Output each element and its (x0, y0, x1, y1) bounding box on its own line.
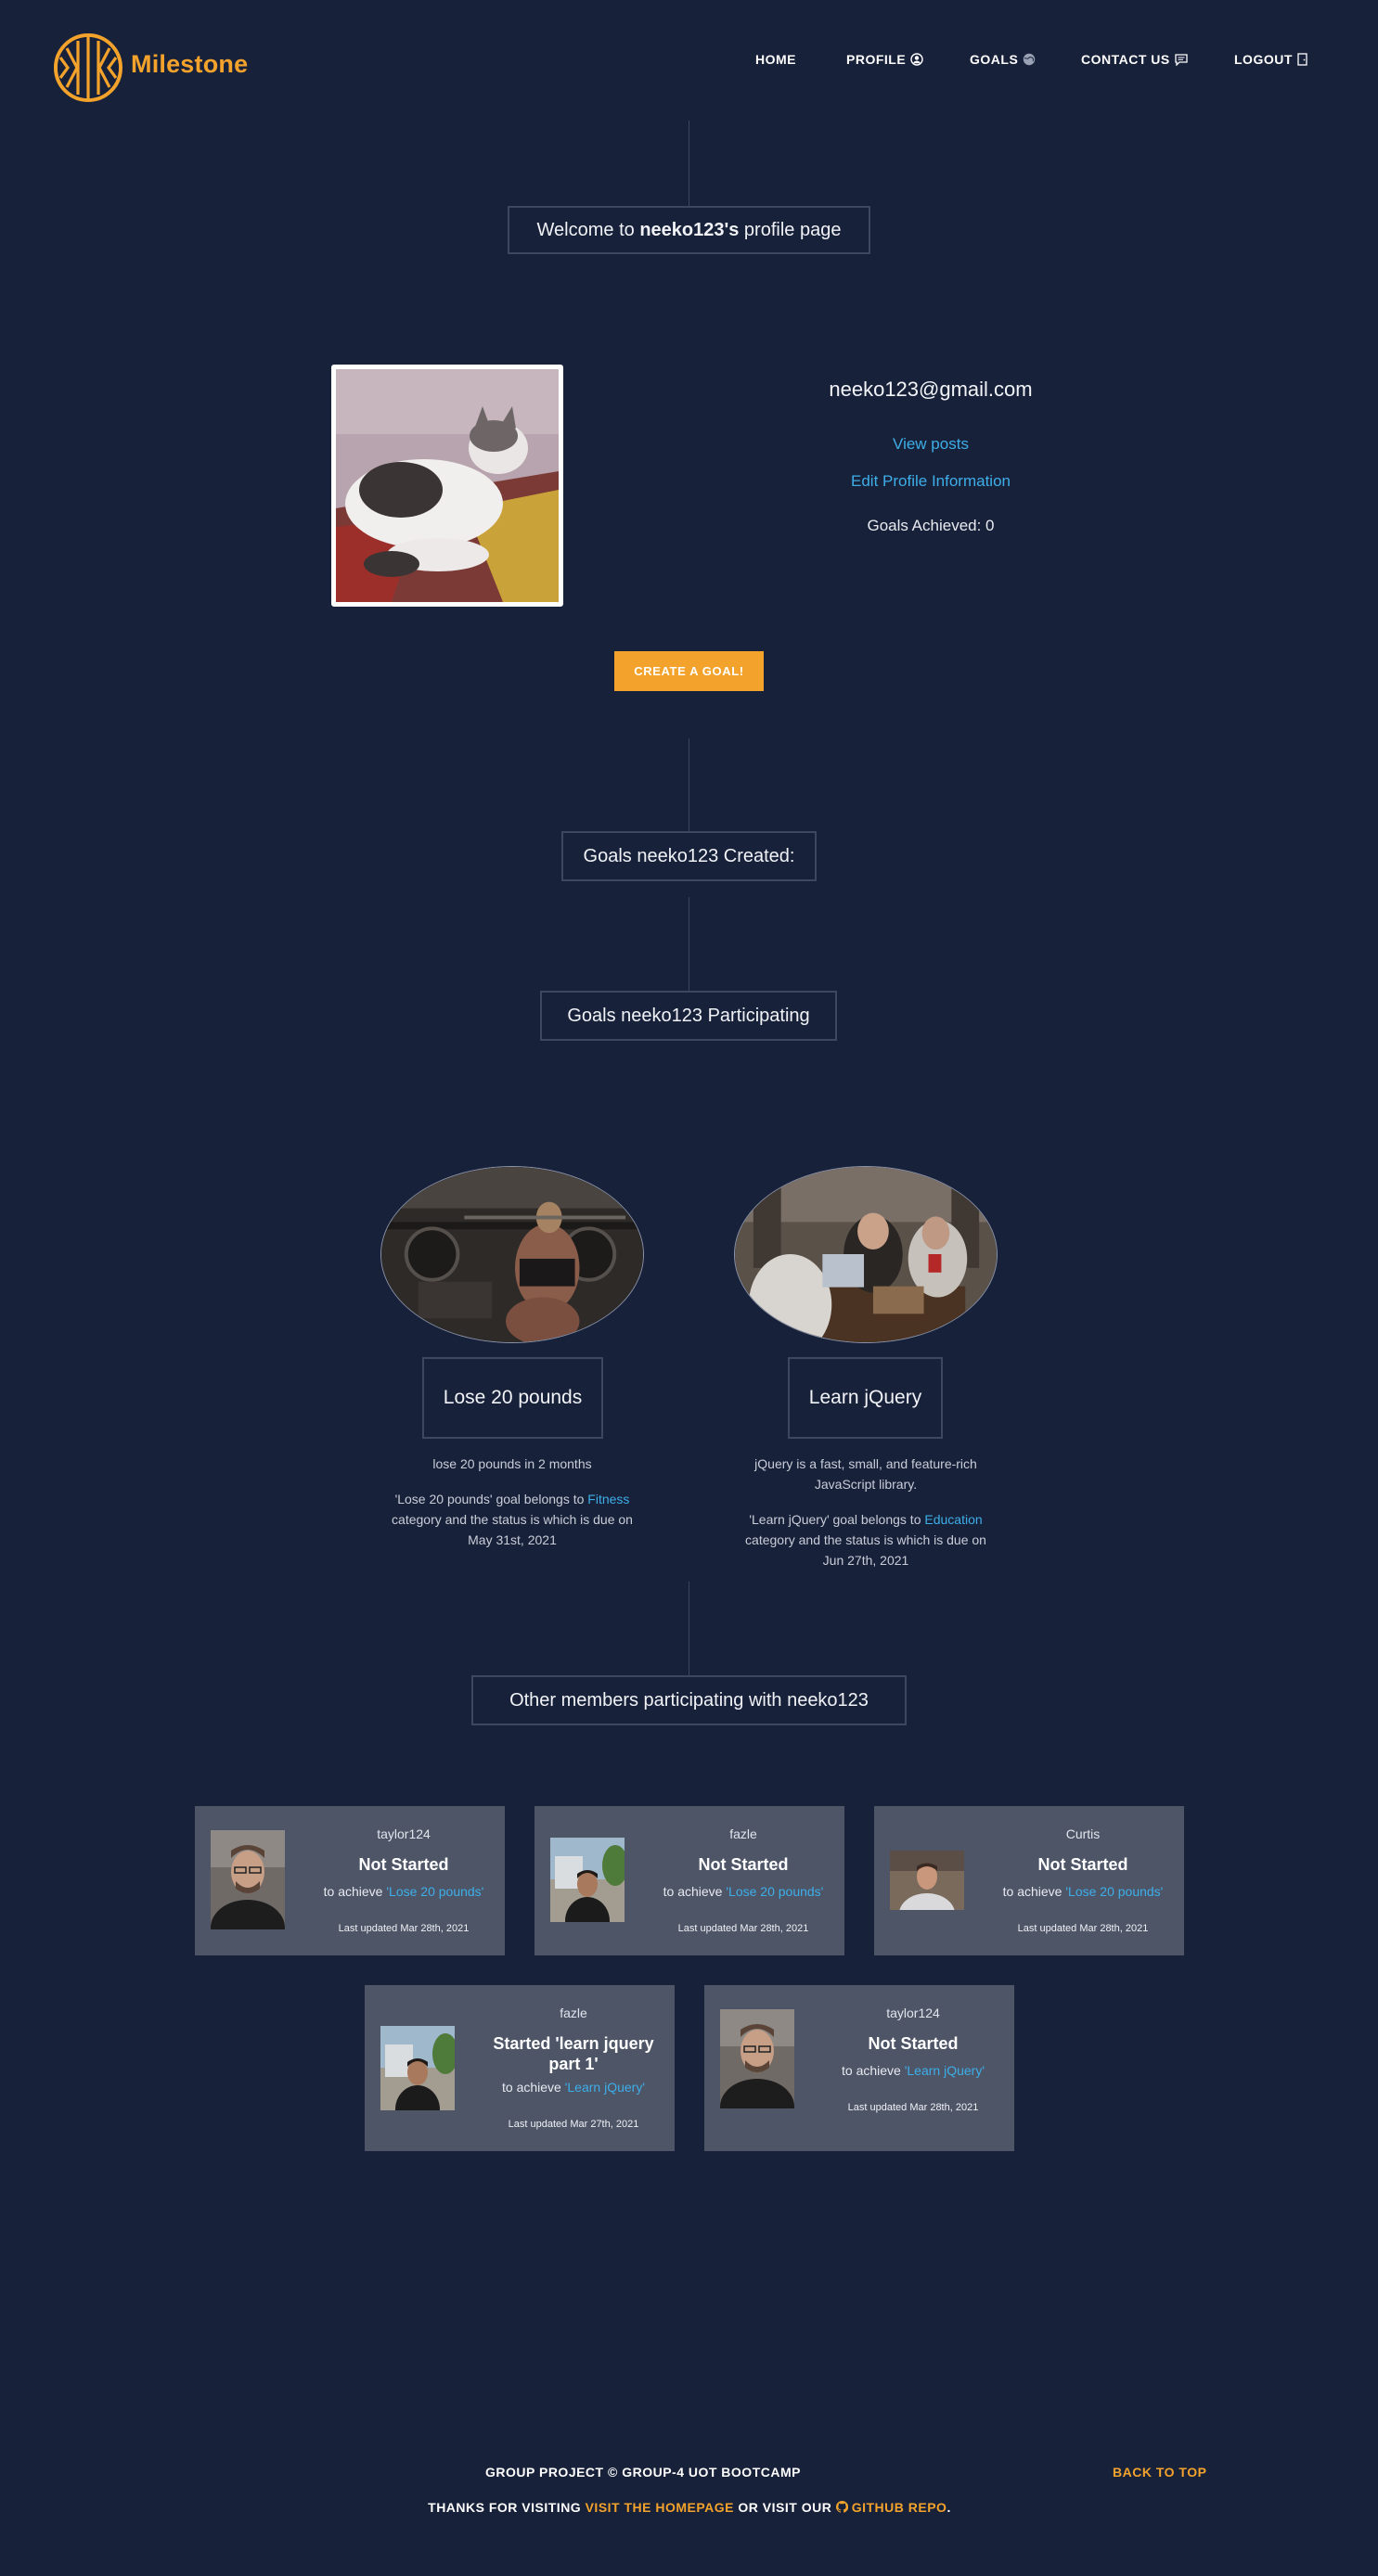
homepage-link[interactable]: VISIT THE HOMEPAGE (586, 2500, 734, 2515)
nav-logout-label: LOGOUT (1234, 52, 1293, 67)
goal-category-text: 'Learn jQuery' goal belongs to Education… (734, 1509, 998, 1570)
member-name: fazle (729, 1826, 757, 1841)
nav-contact-label: CONTACT US (1081, 52, 1170, 67)
github-label: GITHUB REPO (851, 2500, 947, 2515)
nav-home-label: HOME (755, 52, 796, 67)
member-name: taylor124 (377, 1826, 431, 1841)
member-goal: to achieve 'Learn jQuery' (825, 2063, 1001, 2078)
nav-profile[interactable]: PROFILE (846, 52, 923, 69)
member-card[interactable]: fazle Started 'learn jquery part 1' to a… (365, 1985, 675, 2151)
nav-logout[interactable]: LOGOUT (1234, 52, 1307, 69)
member-status: Not Started (698, 1855, 789, 1874)
brand-name[interactable]: Milestone (131, 50, 248, 79)
member-status: Started 'learn jquery part 1' (493, 2034, 654, 2073)
goals-created-heading: Goals neeko123 Created: (561, 831, 817, 881)
member-card[interactable]: taylor124 Not Started to achieve 'Lose 2… (195, 1806, 505, 1955)
welcome-username: neeko123's (639, 219, 740, 240)
member-card[interactable]: Curtis Not Started to achieve 'Lose 20 p… (874, 1806, 1184, 1955)
footer-period: . (947, 2500, 951, 2515)
view-posts-link[interactable]: View posts (798, 435, 1063, 454)
footer-credit: GROUP PROJECT © GROUP-4 UOT BOOTCAMP (485, 2465, 801, 2480)
door-icon (1297, 53, 1307, 69)
goal-title-box: Learn jQuery (788, 1357, 943, 1439)
member-card[interactable]: fazle Not Started to achieve 'Lose 20 po… (534, 1806, 844, 1955)
welcome-prefix: Welcome to (536, 219, 640, 240)
profile-photo (331, 365, 563, 607)
last-updated: Last updated Mar 28th, 2021 (1017, 1923, 1149, 1934)
goal-belongs-suffix: category and the status is which is due … (745, 1532, 986, 1568)
goals-participating-heading: Goals neeko123 Participating (540, 991, 837, 1041)
category-link[interactable]: Education (924, 1512, 982, 1527)
goal-title-box: Lose 20 pounds (422, 1357, 603, 1439)
last-updated: Last updated Mar 28th, 2021 (677, 1923, 809, 1934)
goal-link[interactable]: 'Lose 20 pounds' (726, 1884, 823, 1899)
nav-profile-label: PROFILE (846, 52, 907, 67)
github-link[interactable]: GITHUB REPO (835, 2500, 947, 2515)
footer-thanks-line: THANKS FOR VISITING VISIT THE HOMEPAGE O… (278, 2500, 1101, 2515)
nav-home[interactable]: HOME (755, 52, 796, 67)
cat-photo (336, 369, 559, 602)
member-goal: to achieve 'Lose 20 pounds' (655, 1884, 831, 1899)
member-status: Not Started (868, 2034, 959, 2053)
globe-icon (1023, 53, 1036, 69)
goal-link[interactable]: 'Learn jQuery' (905, 2063, 985, 2078)
member-name: fazle (560, 2006, 587, 2020)
goal-category-text: 'Lose 20 pounds' goal belongs to Fitness… (380, 1489, 644, 1550)
achieve-prefix: to achieve (1002, 1884, 1066, 1899)
back-to-top-link[interactable]: BACK TO TOP (1113, 2465, 1206, 2480)
member-avatar (211, 1830, 285, 1929)
profile-email: neeko123@gmail.com (829, 378, 1033, 401)
goal-link[interactable]: 'Learn jQuery' (565, 2080, 645, 2095)
member-avatar (380, 2026, 455, 2110)
goal-title: Lose 20 pounds (443, 1387, 583, 1408)
goal-description: lose 20 pounds in 2 months (432, 1456, 592, 1471)
goal-link[interactable]: 'Lose 20 pounds' (1065, 1884, 1163, 1899)
member-avatar (550, 1838, 625, 1922)
goal-belongs-suffix: category and the status is which is due … (392, 1512, 633, 1547)
goal-title: Learn jQuery (808, 1387, 922, 1408)
member-goal: to achieve 'Learn jQuery' (485, 2080, 662, 2095)
github-icon (835, 2500, 848, 2513)
create-goal-button[interactable]: CREATE A GOAL! (614, 651, 764, 691)
nav-goals-label: GOALS (970, 52, 1019, 67)
user-circle-icon (910, 53, 923, 69)
gym-photo (381, 1167, 643, 1342)
footer-thanks: THANKS FOR VISITING (428, 2500, 586, 2515)
member-card[interactable]: taylor124 Not Started to achieve 'Learn … (704, 1985, 1014, 2151)
category-link[interactable]: Fitness (587, 1492, 629, 1506)
goal-image-education[interactable] (734, 1166, 998, 1343)
member-name: Curtis (1065, 1826, 1101, 1841)
member-status: Not Started (358, 1855, 449, 1874)
member-goal: to achieve 'Lose 20 pounds' (316, 1884, 492, 1899)
nav-goals[interactable]: GOALS (970, 52, 1036, 69)
goal-description: jQuery is a fast, small, and feature-ric… (754, 1456, 977, 1492)
message-icon (1175, 54, 1188, 69)
member-name: taylor124 (886, 2006, 940, 2020)
last-updated: Last updated Mar 28th, 2021 (847, 2102, 979, 2113)
member-avatar (720, 2009, 794, 2108)
footer-or-visit: OR VISIT OUR (734, 2500, 836, 2515)
other-members-heading: Other members participating with neeko12… (471, 1675, 907, 1725)
last-updated: Last updated Mar 28th, 2021 (338, 1923, 470, 1934)
achieve-prefix: to achieve (842, 2063, 905, 2078)
welcome-banner: Welcome to neeko123's profile page (508, 206, 870, 254)
achieve-prefix: to achieve (663, 1884, 727, 1899)
member-avatar (890, 1851, 964, 1910)
last-updated: Last updated Mar 27th, 2021 (508, 2119, 639, 2130)
goal-belongs-prefix: 'Lose 20 pounds' goal belongs to (394, 1492, 588, 1506)
welcome-suffix: profile page (739, 219, 842, 240)
goals-achieved: Goals Achieved: 0 (867, 517, 995, 534)
achieve-prefix: to achieve (502, 2080, 565, 2095)
achieve-prefix: to achieve (323, 1884, 387, 1899)
goal-image-fitness[interactable] (380, 1166, 644, 1343)
goal-belongs-prefix: 'Learn jQuery' goal belongs to (749, 1512, 925, 1527)
member-status: Not Started (1037, 1855, 1128, 1874)
logo-icon (58, 37, 119, 98)
nav-contact[interactable]: CONTACT US (1081, 52, 1188, 69)
member-goal: to achieve 'Lose 20 pounds' (995, 1884, 1171, 1899)
edit-profile-link[interactable]: Edit Profile Information (798, 472, 1063, 491)
cafe-photo (735, 1167, 997, 1342)
goal-link[interactable]: 'Lose 20 pounds' (386, 1884, 483, 1899)
milestone-logo[interactable] (54, 33, 122, 102)
